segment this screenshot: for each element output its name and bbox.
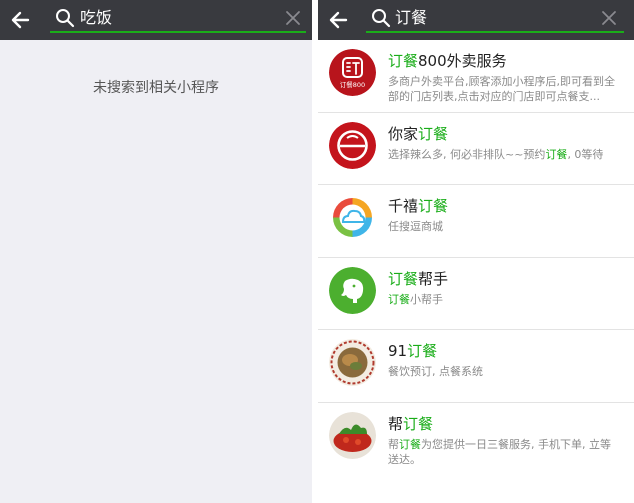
dish-photo-logo-icon	[329, 411, 376, 459]
result-item[interactable]: 订餐800 订餐800外卖服务 多商户外卖平台,顾客添加小程序后,即可看到全部的…	[318, 40, 634, 113]
back-arrow-icon[interactable]	[326, 6, 352, 34]
search-underline	[366, 31, 624, 33]
result-title: 你家订餐	[388, 124, 449, 143]
elephant-logo-icon	[329, 266, 376, 314]
result-description: 餐饮预订, 点餐系统	[388, 365, 483, 378]
result-item[interactable]: 91订餐 餐饮预订, 点餐系统	[318, 330, 634, 403]
right-screen: 订餐 订餐800 订餐800外卖服务 多商户外卖平台,顾客添加小程序后,即可看到…	[318, 0, 634, 503]
result-description: 选择辣么多, 何必非排队~~预约订餐, 0等待	[388, 147, 604, 161]
result-title: 千禧订餐	[388, 197, 449, 215]
result-description: 多商户外卖平台,顾客添加小程序后,即可看到全部的门店列表,点击对应的门店即可点餐…	[388, 75, 615, 103]
search-bar: 订餐	[318, 0, 634, 40]
search-underline	[50, 31, 306, 33]
logo-text: 订餐800	[340, 80, 365, 89]
result-description: 订餐小帮手	[388, 292, 443, 306]
result-title: 订餐800外卖服务	[388, 52, 507, 70]
search-input[interactable]: 订餐	[395, 7, 427, 29]
result-item[interactable]: 你家订餐 选择辣么多, 何必非排队~~预约订餐, 0等待	[318, 113, 634, 185]
nijia-dingcan-logo-icon	[329, 121, 376, 169]
food-plate-logo-icon	[329, 339, 376, 386]
result-title: 91订餐	[388, 342, 438, 360]
result-description: 帮订餐为您提供一日三餐服务, 手机下单, 立等送达。	[388, 437, 611, 466]
result-item[interactable]: 千禧订餐 任搜逗商城	[318, 185, 634, 258]
left-screen: 吃饭 未搜索到相关小程序	[0, 0, 312, 503]
no-results-message: 未搜索到相关小程序	[93, 80, 219, 96]
qianxi-cloud-logo-icon	[329, 194, 376, 241]
search-bar: 吃饭	[0, 0, 312, 40]
result-description: 任搜逗商城	[388, 220, 443, 233]
search-icon	[56, 9, 75, 28]
search-icon	[372, 9, 391, 28]
clear-icon[interactable]	[600, 9, 618, 27]
result-item[interactable]: 帮订餐 帮订餐为您提供一日三餐服务, 手机下单, 立等送达。	[318, 403, 634, 476]
search-input[interactable]: 吃饭	[80, 7, 112, 29]
result-list: 订餐800 订餐800外卖服务 多商户外卖平台,顾客添加小程序后,即可看到全部的…	[318, 40, 634, 475]
clear-icon[interactable]	[284, 9, 302, 27]
result-title: 帮订餐	[388, 414, 434, 433]
result-item[interactable]: 订餐帮手 订餐小帮手	[318, 258, 634, 330]
dingcan800-logo-icon: 订餐800	[329, 49, 376, 96]
back-arrow-icon[interactable]	[8, 6, 34, 34]
result-title: 订餐帮手	[388, 269, 449, 288]
